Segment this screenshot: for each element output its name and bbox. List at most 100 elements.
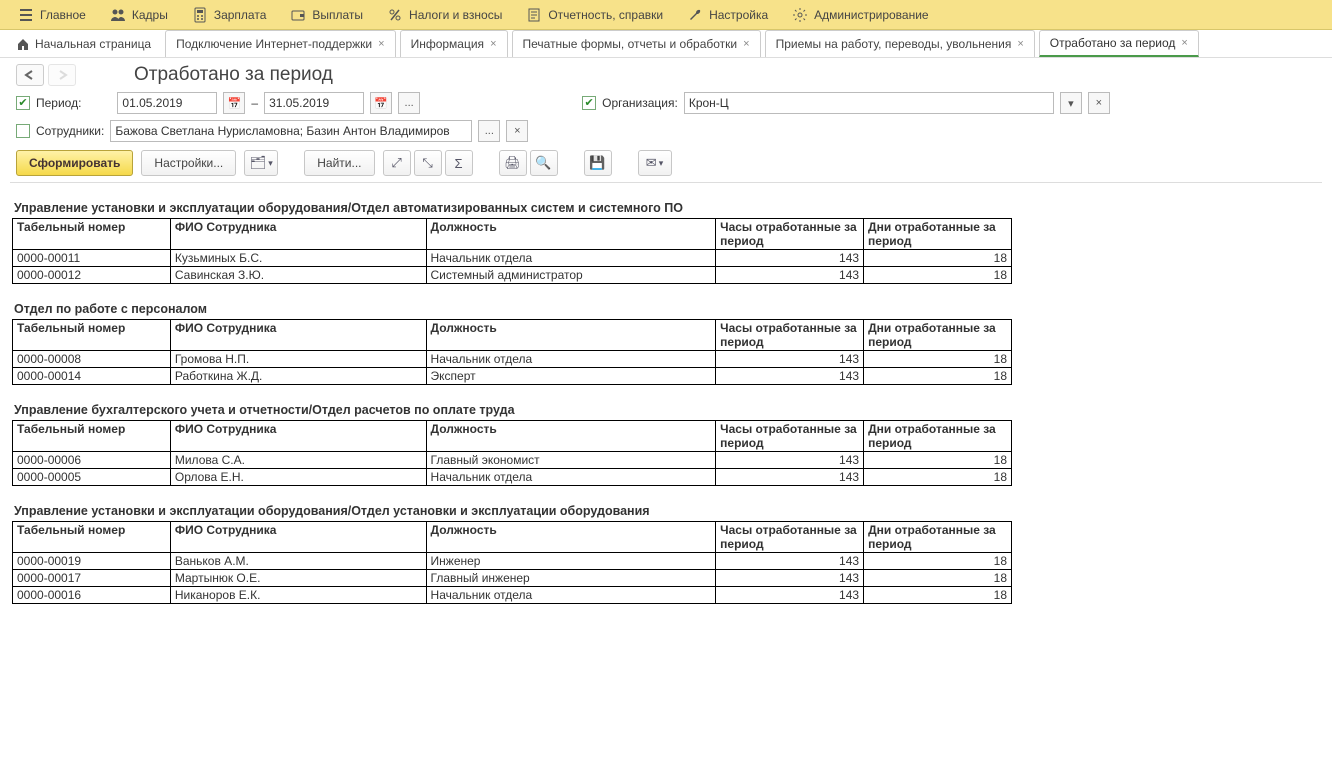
employees-value: Бажова Светлана Нурисламовна; Базин Анто… — [115, 124, 449, 138]
send-button[interactable]: ✉▾ — [638, 150, 672, 176]
page-area: Отработано за период ✔ Период: 01.05.201… — [0, 58, 1332, 614]
date-from-picker-button[interactable]: 📅 — [223, 92, 245, 114]
employees-checkbox[interactable]: ✔ — [16, 124, 30, 138]
table-row[interactable]: 0000-00019Ваньков А.М.Инженер14318 — [13, 553, 1012, 570]
department-title: Управление установки и эксплуатации обор… — [10, 183, 1322, 218]
period-checkbox[interactable]: ✔ — [16, 96, 30, 110]
col-hours: Часы отработанные за период — [716, 421, 864, 452]
table-row[interactable]: 0000-00017Мартынюк О.Е.Главный инженер14… — [13, 570, 1012, 587]
print-button[interactable]: 🖨 — [499, 150, 527, 176]
sum-button[interactable]: Σ — [445, 150, 473, 176]
report-table: Табельный номерФИО СотрудникаДолжностьЧа… — [12, 521, 1012, 604]
menu-item-3[interactable]: Выплаты — [278, 0, 375, 29]
tab-0[interactable]: Начальная страница — [6, 30, 161, 57]
mail-icon: ✉ — [646, 155, 657, 171]
menu-item-1[interactable]: Кадры — [98, 0, 180, 29]
chevron-down-icon: ▾ — [1068, 97, 1074, 110]
cell-hours: 143 — [716, 469, 864, 486]
cell-tabno: 0000-00017 — [13, 570, 171, 587]
cell-pos: Начальник отдела — [426, 587, 716, 604]
tab-1[interactable]: Подключение Интернет-поддержки × — [165, 30, 395, 57]
date-to-picker-button[interactable]: 📅 — [370, 92, 392, 114]
save-button[interactable]: 💾 — [584, 150, 612, 176]
cell-fio: Громова Н.П. — [170, 351, 426, 368]
settings-button[interactable]: Настройки... — [141, 150, 236, 176]
table-row[interactable]: 0000-00012Савинская З.Ю.Системный админи… — [13, 267, 1012, 284]
employees-more-button[interactable]: ... — [478, 120, 500, 142]
report-area: Управление установки и эксплуатации обор… — [10, 182, 1322, 604]
menu-label: Налоги и взносы — [409, 8, 502, 22]
menu-item-0[interactable]: Главное — [6, 0, 98, 29]
tab-2[interactable]: Информация× — [400, 30, 508, 57]
date-from-input[interactable]: 01.05.2019 — [117, 92, 217, 114]
menu-label: Зарплата — [214, 8, 267, 22]
cell-hours: 143 — [716, 452, 864, 469]
expand-button[interactable]: ⤢ — [383, 150, 411, 176]
tab-label: Приемы на работу, переводы, увольнения — [776, 37, 1012, 51]
menu-item-4[interactable]: Налоги и взносы — [375, 0, 514, 29]
find-button[interactable]: Найти... — [304, 150, 374, 176]
cell-days: 18 — [864, 570, 1012, 587]
cell-fio: Кузьминых Б.С. — [170, 250, 426, 267]
org-clear-button[interactable]: × — [1088, 92, 1110, 114]
chevron-down-icon: ▾ — [659, 158, 664, 169]
cell-days: 18 — [864, 553, 1012, 570]
tab-label: Печатные формы, отчеты и обработки — [523, 37, 738, 51]
tab-close-icon[interactable]: × — [743, 38, 749, 50]
menu-item-6[interactable]: Настройка — [675, 0, 780, 29]
table-row[interactable]: 0000-00008Громова Н.П.Начальник отдела14… — [13, 351, 1012, 368]
back-button[interactable] — [16, 64, 44, 86]
cell-hours: 143 — [716, 351, 864, 368]
tab-close-icon[interactable]: × — [1017, 38, 1023, 50]
arrow-left-icon — [24, 70, 36, 80]
tab-3[interactable]: Печатные формы, отчеты и обработки × — [512, 30, 761, 57]
date-dash: – — [251, 96, 258, 110]
col-tabno: Табельный номер — [13, 421, 171, 452]
tab-label: Подключение Интернет-поддержки — [176, 37, 372, 51]
cell-fio: Ваньков А.М. — [170, 553, 426, 570]
tab-5[interactable]: Отработано за период× — [1039, 30, 1199, 57]
cell-pos: Системный администратор — [426, 267, 716, 284]
date-range-more-button[interactable]: ... — [398, 92, 420, 114]
col-fio: ФИО Сотрудника — [170, 421, 426, 452]
preview-button[interactable]: 🔍 — [530, 150, 558, 176]
department-title: Управление установки и эксплуатации обор… — [10, 486, 1322, 521]
settings-label: Настройки... — [154, 156, 223, 170]
generate-button[interactable]: Сформировать — [16, 150, 133, 176]
tab-4[interactable]: Приемы на работу, переводы, увольнения × — [765, 30, 1035, 57]
table-row[interactable]: 0000-00016Никаноров Е.К.Начальник отдела… — [13, 587, 1012, 604]
menu-item-5[interactable]: Отчетность, справки — [514, 0, 675, 29]
cell-pos: Начальник отдела — [426, 469, 716, 486]
date-to-input[interactable]: 31.05.2019 — [264, 92, 364, 114]
sigma-icon: Σ — [454, 156, 462, 171]
department-title: Отдел по работе с персоналом — [10, 284, 1322, 319]
forward-button[interactable] — [48, 64, 76, 86]
col-pos: Должность — [426, 522, 716, 553]
table-row[interactable]: 0000-00006Милова С.А.Главный экономист14… — [13, 452, 1012, 469]
collapse-button[interactable]: ⤡ — [414, 150, 442, 176]
employees-input[interactable]: Бажова Светлана Нурисламовна; Базин Анто… — [110, 120, 472, 142]
table-row[interactable]: 0000-00005Орлова Е.Н.Начальник отдела143… — [13, 469, 1012, 486]
employees-clear-button[interactable]: × — [506, 120, 528, 142]
org-dropdown-button[interactable]: ▾ — [1060, 92, 1082, 114]
cell-hours: 143 — [716, 587, 864, 604]
col-days: Дни отработанные за период — [864, 219, 1012, 250]
col-pos: Должность — [426, 219, 716, 250]
cell-tabno: 0000-00006 — [13, 452, 171, 469]
menu-item-2[interactable]: Зарплата — [180, 0, 279, 29]
menu-item-7[interactable]: Администрирование — [780, 0, 940, 29]
org-input[interactable]: Крон-Ц — [684, 92, 1054, 114]
cell-hours: 143 — [716, 250, 864, 267]
period-label: Период: — [36, 96, 81, 110]
cell-days: 18 — [864, 452, 1012, 469]
tab-close-icon[interactable]: × — [490, 38, 496, 50]
tab-close-icon[interactable]: × — [1181, 37, 1187, 49]
col-hours: Часы отработанные за период — [716, 522, 864, 553]
table-row[interactable]: 0000-00014Работкина Ж.Д.Эксперт14318 — [13, 368, 1012, 385]
table-row[interactable]: 0000-00011Кузьминых Б.С.Начальник отдела… — [13, 250, 1012, 267]
tab-close-icon[interactable]: × — [378, 38, 384, 50]
find-label: Найти... — [317, 156, 361, 170]
org-checkbox[interactable]: ✔ — [582, 96, 596, 110]
expand-icon: ⤢ — [391, 155, 401, 171]
variants-button[interactable]: 🗂▾ — [244, 150, 278, 176]
